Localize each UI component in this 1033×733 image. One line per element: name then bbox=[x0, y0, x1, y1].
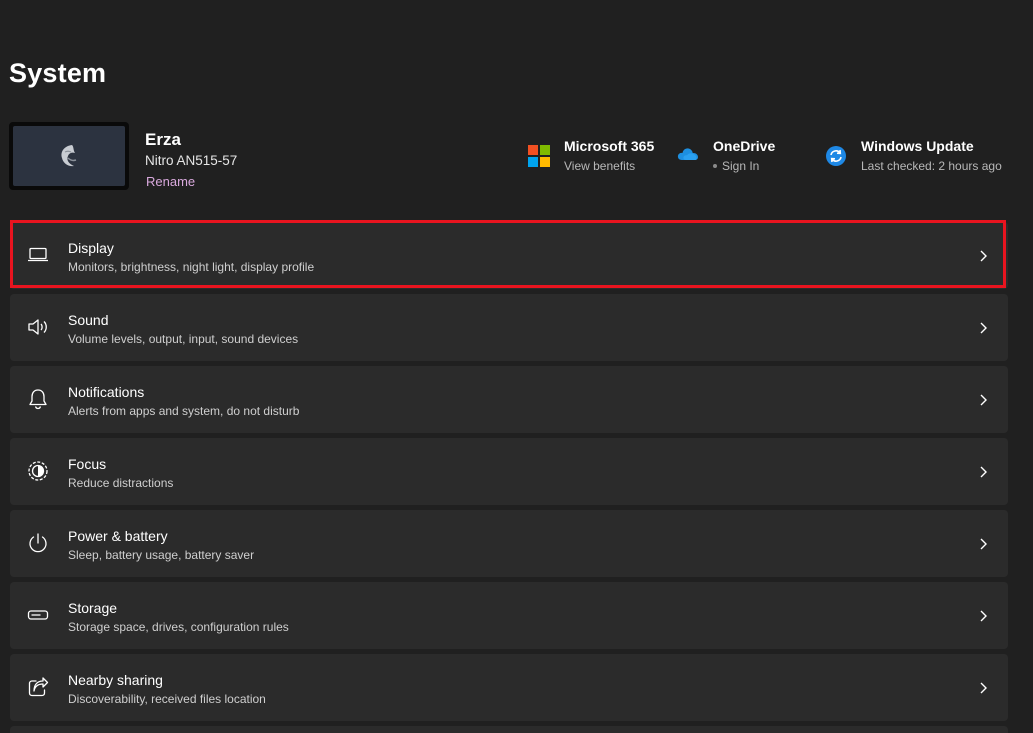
settings-item-title: Display bbox=[68, 240, 114, 256]
settings-item-title: Focus bbox=[68, 456, 107, 472]
settings-item-description: Volume levels, output, input, sound devi… bbox=[68, 332, 299, 346]
device-wallpaper-thumbnail bbox=[9, 122, 129, 190]
settings-item-focus[interactable]: Focus Reduce distractions bbox=[10, 438, 1008, 505]
settings-list: Display Monitors, brightness, night ligh… bbox=[10, 222, 1008, 733]
settings-item-description: Sleep, battery usage, battery saver bbox=[68, 548, 255, 562]
onedrive-sign-in-text: Sign In bbox=[722, 159, 760, 173]
onedrive-cloud-icon bbox=[677, 147, 699, 169]
power-icon bbox=[27, 532, 49, 554]
system-settings-page: System Erza Nitro AN515-57 Rename Micros… bbox=[0, 0, 1033, 733]
settings-item-title: Sound bbox=[68, 312, 109, 328]
settings-item-partial[interactable] bbox=[10, 726, 1008, 733]
onedrive-link[interactable]: OneDrive Sign In bbox=[677, 138, 775, 173]
chevron-right-icon bbox=[978, 465, 988, 479]
settings-item-display[interactable]: Display Monitors, brightness, night ligh… bbox=[10, 222, 1008, 289]
settings-item-description: Discoverability, received files location bbox=[68, 692, 266, 706]
settings-item-title: Power & battery bbox=[68, 528, 168, 544]
quick-link-subtitle: Sign In bbox=[713, 159, 775, 173]
settings-item-power-battery[interactable]: Power & battery Sleep, battery usage, ba… bbox=[10, 510, 1008, 577]
device-name: Erza bbox=[145, 130, 181, 149]
windows-update-link[interactable]: Windows Update Last checked: 2 hours ago bbox=[825, 138, 1002, 173]
settings-item-description: Monitors, brightness, night light, displ… bbox=[68, 260, 315, 274]
quick-link-subtitle: View benefits bbox=[564, 159, 636, 173]
chevron-right-icon bbox=[978, 321, 988, 335]
status-dot-icon bbox=[713, 163, 717, 168]
chevron-right-icon bbox=[978, 681, 988, 695]
speaker-icon bbox=[27, 316, 49, 338]
chevron-right-icon bbox=[978, 249, 988, 263]
settings-item-description: Storage space, drives, configuration rul… bbox=[68, 620, 289, 634]
microsoft-logo-icon bbox=[528, 145, 550, 167]
settings-item-title: Storage bbox=[68, 600, 118, 616]
settings-item-description: Alerts from apps and system, do not dist… bbox=[68, 404, 300, 418]
windows-update-icon bbox=[825, 145, 847, 167]
storage-drive-icon bbox=[27, 604, 49, 626]
bell-icon bbox=[27, 388, 49, 410]
chevron-right-icon bbox=[978, 393, 988, 407]
microsoft-365-link[interactable]: Microsoft 365 View benefits bbox=[528, 138, 654, 173]
device-model: Nitro AN515-57 bbox=[145, 153, 238, 168]
rename-link[interactable]: Rename bbox=[146, 174, 195, 189]
settings-item-nearby-sharing[interactable]: Nearby sharing Discoverability, received… bbox=[10, 654, 1008, 721]
quick-link-title: Windows Update bbox=[861, 138, 974, 154]
quick-link-subtitle: Last checked: 2 hours ago bbox=[861, 159, 1002, 173]
settings-item-title: Notifications bbox=[68, 384, 145, 400]
page-title: System bbox=[9, 58, 107, 88]
share-icon bbox=[27, 676, 49, 698]
chevron-right-icon bbox=[978, 609, 988, 623]
settings-item-sound[interactable]: Sound Volume levels, output, input, soun… bbox=[10, 294, 1008, 361]
chevron-right-icon bbox=[978, 537, 988, 551]
wallpaper-dragon-icon bbox=[61, 145, 77, 167]
settings-item-title: Nearby sharing bbox=[68, 672, 163, 688]
quick-link-title: Microsoft 365 bbox=[564, 138, 655, 154]
laptop-display-icon bbox=[27, 244, 49, 266]
settings-item-storage[interactable]: Storage Storage space, drives, configura… bbox=[10, 582, 1008, 649]
settings-item-notifications[interactable]: Notifications Alerts from apps and syste… bbox=[10, 366, 1008, 433]
focus-icon bbox=[27, 460, 49, 482]
settings-item-description: Reduce distractions bbox=[68, 476, 174, 490]
quick-link-title: OneDrive bbox=[713, 138, 776, 154]
